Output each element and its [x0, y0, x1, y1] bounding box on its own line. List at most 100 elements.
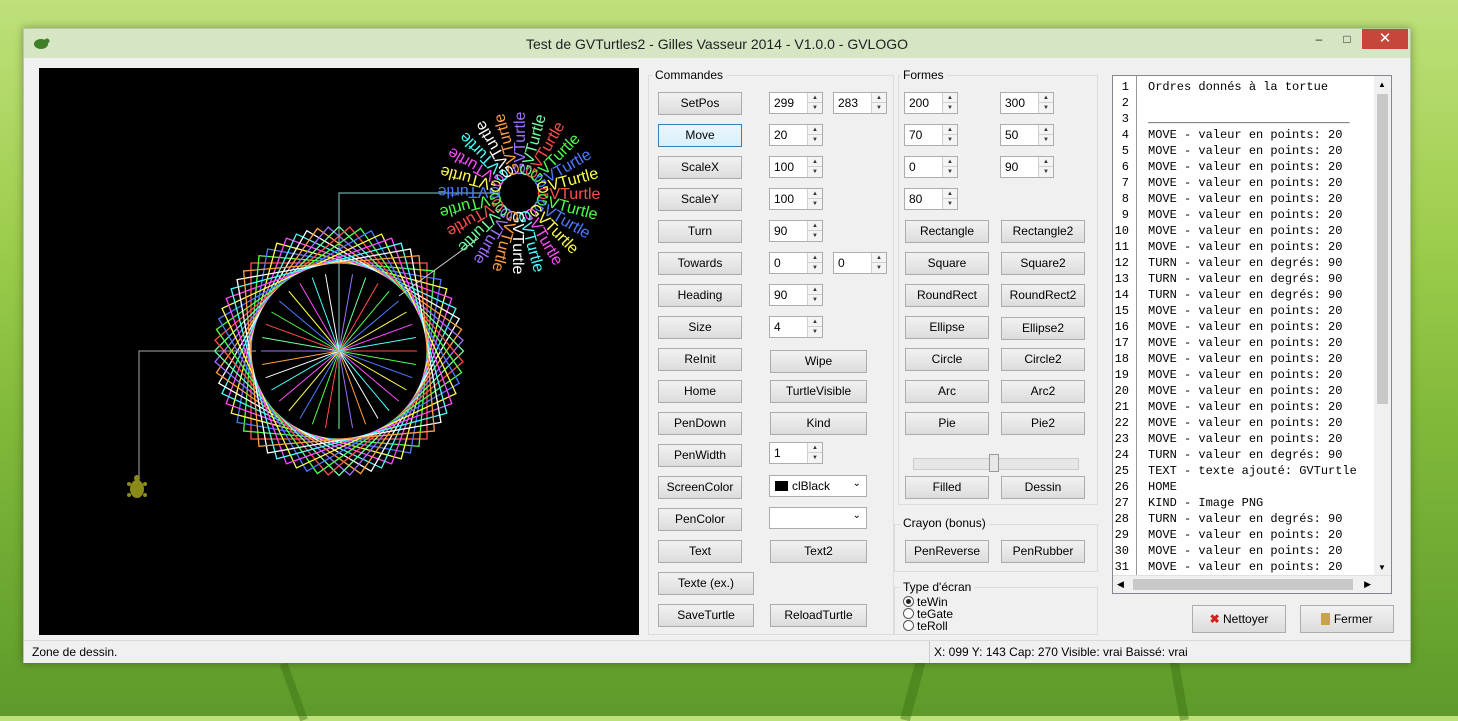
vertical-scrollbar[interactable]: ▲ ▼ [1374, 76, 1391, 576]
radio-icon[interactable] [903, 608, 914, 619]
text-button[interactable]: Text [658, 540, 742, 563]
spin-down-icon[interactable]: ▼ [808, 199, 822, 209]
scroll-down-icon[interactable]: ▼ [1378, 563, 1386, 572]
arc2-button[interactable]: Arc2 [1001, 380, 1085, 403]
radio-icon[interactable] [903, 596, 914, 607]
setpos-spin-2[interactable]: 283 ▲ ▼ [833, 92, 887, 114]
spin-arrows[interactable]: ▲ ▼ [871, 93, 886, 113]
spin-up-icon[interactable]: ▲ [808, 285, 822, 295]
horizontal-scrollbar[interactable]: ◀ ▶ [1113, 575, 1391, 593]
shape-spin-4[interactable]: 50 ▲ ▼ [1000, 124, 1054, 146]
pen-rubber-button[interactable]: PenRubber [1001, 540, 1085, 563]
drawing-canvas[interactable]: GVTurtle GVTurtle GVTurtle GVTurtle GVTurtle… [39, 68, 639, 635]
log-memo[interactable]: 1 2 3 4 5 6 7 8 9 10 11 12 13 14 15 16 17 18 19 20 21 22 23 24 2… [1112, 75, 1392, 594]
spin-down-icon[interactable]: ▼ [872, 103, 886, 113]
scroll-right-icon[interactable]: ▶ [1364, 579, 1371, 590]
chevron-down-icon[interactable]: ⌄ [853, 478, 861, 489]
close-app-button[interactable]: Fermer [1300, 605, 1394, 633]
spin-arrows[interactable]: ▲ ▼ [807, 125, 822, 145]
spin-down-icon[interactable]: ▼ [808, 135, 822, 145]
spin-up-icon[interactable]: ▲ [808, 93, 822, 103]
pencolor-select[interactable]: ⌄ [769, 507, 867, 529]
spin-down-icon[interactable]: ▼ [943, 167, 957, 177]
spin-up-icon[interactable]: ▲ [808, 157, 822, 167]
scalex-button[interactable]: ScaleX [658, 156, 742, 179]
slider-thumb[interactable] [989, 454, 999, 472]
spin-up-icon[interactable]: ▲ [808, 253, 822, 263]
scroll-left-icon[interactable]: ◀ [1117, 579, 1124, 590]
spin-arrows[interactable]: ▲ ▼ [807, 443, 822, 463]
square2-button[interactable]: Square2 [1001, 252, 1085, 275]
screencolor-button[interactable]: ScreenColor [658, 476, 742, 499]
move-spin-1[interactable]: 20 ▲ ▼ [769, 124, 823, 146]
spin-arrows[interactable]: ▲ ▼ [942, 189, 957, 209]
screen-type-radio-teRoll[interactable]: teRoll [903, 619, 948, 633]
spin-arrows[interactable]: ▲ ▼ [942, 93, 957, 113]
spin-down-icon[interactable]: ▼ [808, 103, 822, 113]
spin-up-icon[interactable]: ▲ [808, 221, 822, 231]
filled-button[interactable]: Filled [905, 476, 989, 499]
screencolor-select[interactable]: clBlack ⌄ [769, 475, 867, 497]
roundrect2-button[interactable]: RoundRect2 [1001, 284, 1085, 307]
ellipse2-button[interactable]: Ellipse2 [1001, 317, 1085, 340]
turn-button[interactable]: Turn [658, 220, 742, 243]
pendown-button[interactable]: PenDown [658, 412, 742, 435]
penwidth-spin[interactable]: 1 ▲ ▼ [769, 442, 823, 464]
hscroll-thumb[interactable] [1133, 579, 1353, 590]
spin-arrows[interactable]: ▲ ▼ [807, 157, 822, 177]
setpos-button[interactable]: SetPos [658, 92, 742, 115]
spin-down-icon[interactable]: ▼ [943, 103, 957, 113]
spin-arrows[interactable]: ▲ ▼ [871, 253, 886, 273]
setpos-spin-1[interactable]: 299 ▲ ▼ [769, 92, 823, 114]
towards-button[interactable]: Towards [658, 252, 742, 275]
turn-spin-1[interactable]: 90 ▲ ▼ [769, 220, 823, 242]
spin-down-icon[interactable]: ▼ [808, 263, 822, 273]
spin-arrows[interactable]: ▲ ▼ [942, 157, 957, 177]
ellipse-button[interactable]: Ellipse [905, 316, 989, 339]
spin-up-icon[interactable]: ▲ [943, 125, 957, 135]
spin-down-icon[interactable]: ▼ [872, 263, 886, 273]
roundrect-button[interactable]: RoundRect [905, 284, 989, 307]
spin-up-icon[interactable]: ▲ [808, 317, 822, 327]
shape-spin-3[interactable]: 70 ▲ ▼ [904, 124, 958, 146]
scroll-thumb[interactable] [1377, 94, 1388, 404]
rectangle-button[interactable]: Rectangle [905, 220, 989, 243]
shape-spin-5[interactable]: 0 ▲ ▼ [904, 156, 958, 178]
rectangle2-button[interactable]: Rectangle2 [1001, 220, 1085, 243]
reinit-button[interactable]: ReInit [658, 348, 742, 371]
dessin-button[interactable]: Dessin [1001, 476, 1085, 499]
spin-up-icon[interactable]: ▲ [1039, 125, 1053, 135]
shape-slider[interactable] [913, 454, 1079, 472]
spin-arrows[interactable]: ▲ ▼ [1038, 93, 1053, 113]
circle2-button[interactable]: Circle2 [1001, 348, 1085, 371]
towards-spin-1[interactable]: 0 ▲ ▼ [769, 252, 823, 274]
shape-spin-1[interactable]: 200 ▲ ▼ [904, 92, 958, 114]
spin-arrows[interactable]: ▲ ▼ [807, 189, 822, 209]
scroll-up-icon[interactable]: ▲ [1378, 80, 1386, 89]
spin-up-icon[interactable]: ▲ [943, 189, 957, 199]
spin-arrows[interactable]: ▲ ▼ [807, 317, 822, 337]
chevron-down-icon[interactable]: ⌄ [853, 510, 861, 521]
pen-reverse-button[interactable]: PenReverse [905, 540, 989, 563]
spin-down-icon[interactable]: ▼ [1039, 167, 1053, 177]
shape-spin-2[interactable]: 300 ▲ ▼ [1000, 92, 1054, 114]
spin-arrows[interactable]: ▲ ▼ [1038, 125, 1053, 145]
towards-spin-2[interactable]: 0 ▲ ▼ [833, 252, 887, 274]
kind-button[interactable]: Kind [770, 412, 867, 435]
spin-arrows[interactable]: ▲ ▼ [942, 125, 957, 145]
scalex-spin-1[interactable]: 100 ▲ ▼ [769, 156, 823, 178]
shape-spin-6[interactable]: 90 ▲ ▼ [1000, 156, 1054, 178]
pencolor-button[interactable]: PenColor [658, 508, 742, 531]
spin-down-icon[interactable]: ▼ [808, 295, 822, 305]
shape-spin-7[interactable]: 80 ▲ ▼ [904, 188, 958, 210]
pie2-button[interactable]: Pie2 [1001, 412, 1085, 435]
spin-up-icon[interactable]: ▲ [872, 253, 886, 263]
texte-ex-button[interactable]: Texte (ex.) [658, 572, 754, 595]
heading-spin-1[interactable]: 90 ▲ ▼ [769, 284, 823, 306]
spin-down-icon[interactable]: ▼ [1039, 103, 1053, 113]
heading-button[interactable]: Heading [658, 284, 742, 307]
spin-down-icon[interactable]: ▼ [808, 231, 822, 241]
reload-turtle-button[interactable]: ReloadTurtle [770, 604, 867, 627]
square-button[interactable]: Square [905, 252, 989, 275]
maximize-button[interactable]: □ [1332, 29, 1362, 49]
